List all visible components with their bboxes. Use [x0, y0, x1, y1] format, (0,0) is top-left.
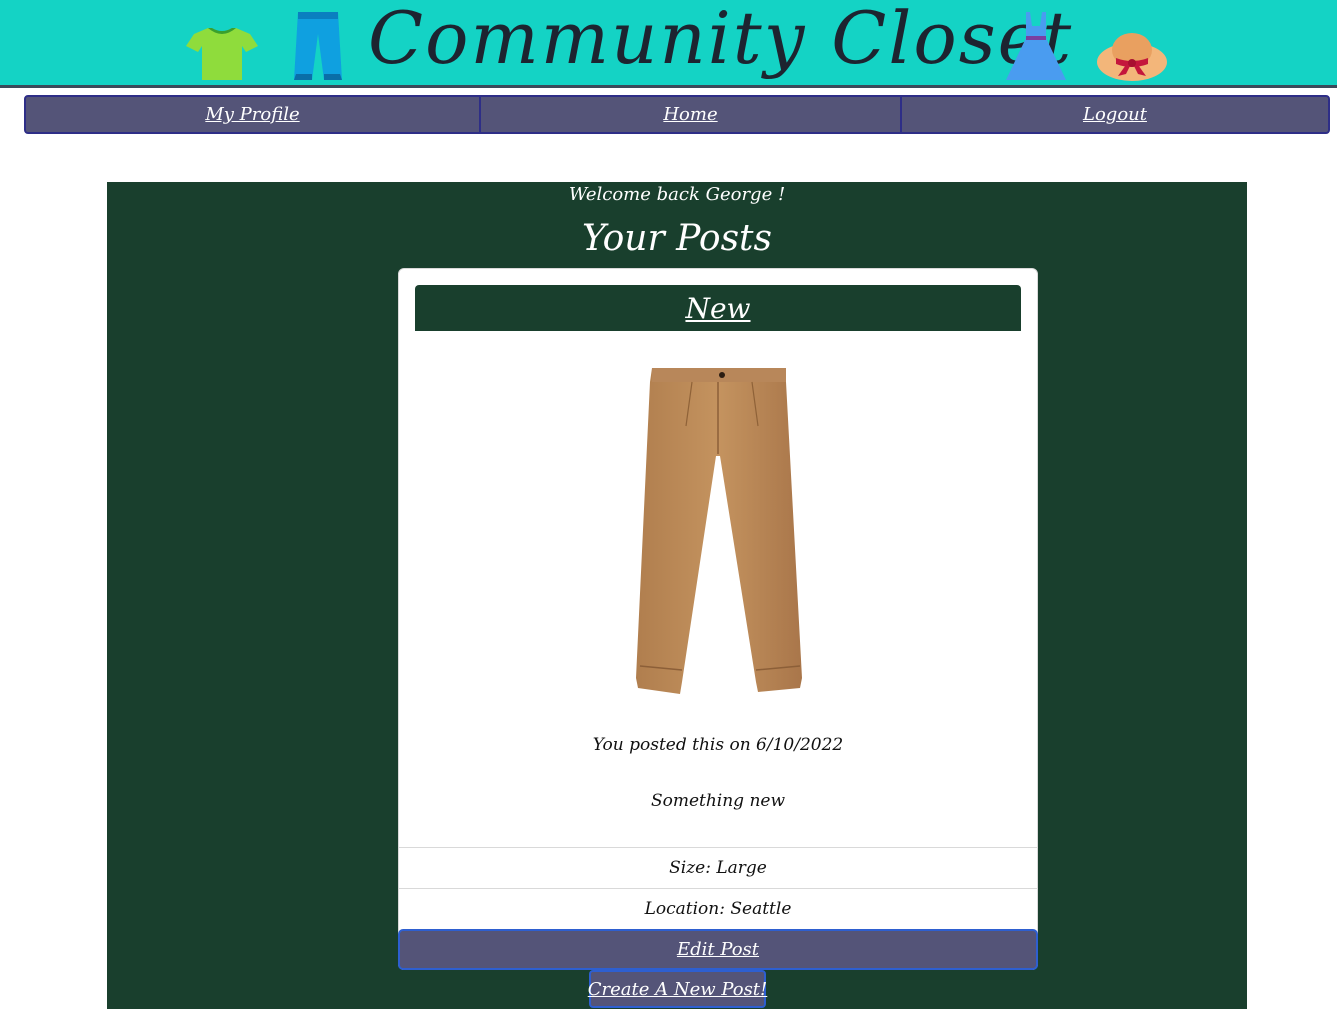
main-nav: My Profile Home Logout	[24, 95, 1330, 134]
welcome-message: Welcome back George !	[568, 184, 786, 205]
location-detail: Location: Seattle	[399, 888, 1037, 929]
shirt-icon	[186, 28, 258, 80]
post-card: New You posted this on 6/10/2022 Somethi…	[398, 268, 1038, 970]
nav-home-link[interactable]: Home	[481, 97, 902, 132]
post-title-link[interactable]: New	[415, 285, 1021, 331]
site-title: Community Closet	[368, 0, 1074, 80]
hat-icon	[1097, 33, 1167, 81]
main-panel: Welcome back George ! Your Posts New You…	[107, 182, 1247, 1009]
nav-logout-link[interactable]: Logout	[902, 97, 1328, 132]
page-title: Your Posts	[581, 218, 772, 259]
post-description: Something new	[650, 791, 786, 811]
pants-icon	[294, 12, 342, 80]
nav-my-profile-link[interactable]: My Profile	[26, 97, 481, 132]
edit-post-button[interactable]: Edit Post	[398, 929, 1038, 970]
site-header: Community Closet	[0, 0, 1337, 88]
khaki-pants-image	[636, 368, 802, 694]
size-detail: Size: Large	[399, 847, 1037, 888]
posted-date: You posted this on 6/10/2022	[592, 735, 844, 755]
dress-icon	[1006, 12, 1066, 80]
create-post-button[interactable]: Create A New Post!	[588, 970, 767, 1008]
